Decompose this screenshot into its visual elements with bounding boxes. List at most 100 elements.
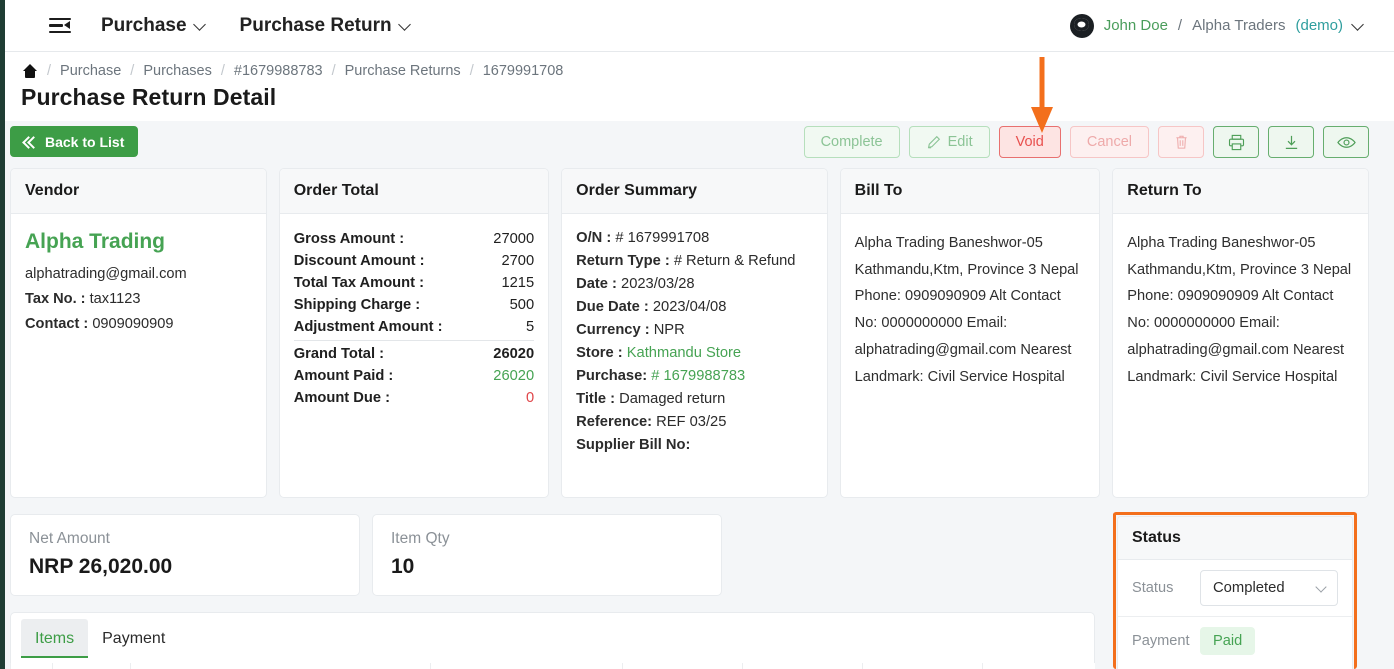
order-total-card-title: Order Total <box>279 169 549 214</box>
table-column-divider <box>130 663 430 669</box>
order-total-row: Shipping Charge : 500 <box>294 296 534 314</box>
preview-button[interactable] <box>1323 126 1369 158</box>
items-table-header <box>10 663 1095 669</box>
chevron-down-icon <box>1315 581 1327 593</box>
home-icon[interactable] <box>21 63 38 79</box>
row-value: NPR <box>653 322 685 338</box>
nav-item-purchase-label: Purchase <box>101 14 187 36</box>
status-select[interactable]: Completed <box>1200 570 1338 606</box>
status-card: Status Status Completed Payment Paid <box>1117 516 1353 669</box>
vendor-card-title: Vendor <box>11 169 266 214</box>
breadcrumb-separator: / <box>469 63 474 79</box>
back-to-list-label: Back to List <box>45 133 125 150</box>
breadcrumb-bar: / Purchase / Purchases / #1679988783 / P… <box>5 52 1394 121</box>
page-title: Purchase Return Detail <box>21 84 277 110</box>
row-label: Return Type : <box>576 253 670 269</box>
row-value: # 1679991708 <box>615 230 710 246</box>
action-toolbar: Back to List Complete Edit Void Cancel <box>5 126 1394 162</box>
breadcrumb-item-purchases[interactable]: Purchases <box>143 63 212 79</box>
order-total-row: Discount Amount : 2700 <box>294 252 534 270</box>
download-button[interactable] <box>1268 126 1314 158</box>
vendor-name[interactable]: Alpha Trading <box>25 230 252 254</box>
summary-return-type-row: Return Type : # Return & Refund <box>576 253 813 269</box>
cancel-button[interactable]: Cancel <box>1069 126 1149 158</box>
breadcrumb-item-purchase-id[interactable]: #1679988783 <box>234 63 323 79</box>
net-amount-value: NRP 26,020.00 <box>29 555 173 578</box>
row-label: Title : <box>576 391 616 407</box>
summary-stats-row: Net Amount NRP 26,020.00 Item Qty 10 <box>10 514 722 596</box>
vendor-tax-value: tax1123 <box>89 291 141 307</box>
breadcrumb-item-purchase-returns[interactable]: Purchase Returns <box>345 63 461 79</box>
detail-tabs: Items Payment <box>11 613 1094 658</box>
return-to-card: Return To Alpha Trading Baneshwor-05 Kat… <box>1112 168 1369 498</box>
order-total-due-row: Amount Due : 0 <box>294 389 534 407</box>
order-total-card: Order Total Gross Amount : 27000 Discoun… <box>278 168 550 498</box>
complete-button[interactable]: Complete <box>803 126 900 158</box>
nav-item-purchase[interactable]: Purchase <box>101 15 206 37</box>
void-button[interactable]: Void <box>998 126 1061 158</box>
bill-to-address: Alpha Trading Baneshwor-05 Kathmandu,Ktm… <box>854 235 1079 385</box>
order-summary-card-title: Order Summary <box>562 169 827 214</box>
vendor-contact-row: Contact : 0909090909 <box>25 316 252 332</box>
table-column-divider <box>622 663 742 669</box>
order-total-paid-row: Amount Paid : 26020 <box>294 367 534 385</box>
breadcrumb-separator: / <box>331 63 336 79</box>
order-total-row: Gross Amount : 27000 <box>294 230 534 248</box>
bill-to-card-title: Bill To <box>840 169 1100 214</box>
edit-button[interactable]: Edit <box>908 126 990 158</box>
vendor-card: Vendor Alpha Trading alphatrading@gmail.… <box>10 168 267 498</box>
tab-payment[interactable]: Payment <box>88 619 179 658</box>
summary-store-row: Store : Kathmandu Store <box>576 345 813 361</box>
trash-icon <box>1175 135 1187 149</box>
order-total-row: Adjustment Amount : 5 <box>294 318 534 336</box>
table-column-divider <box>52 663 130 669</box>
top-navbar: Purchase Purchase Return John Doe / Alph… <box>5 0 1394 52</box>
row-value: 1215 <box>501 275 535 291</box>
status-card-title: Status <box>1118 517 1352 560</box>
purchase-return-detail-page: Purchase Purchase Return John Doe / Alph… <box>0 0 1394 669</box>
row-label: Total Tax Amount : <box>293 275 424 291</box>
row-label: Supplier Bill No: <box>576 437 691 453</box>
summary-purchase-row: Purchase: # 1679988783 <box>576 368 813 384</box>
row-value: 27000 <box>493 231 535 247</box>
row-label: Discount Amount : <box>293 253 425 269</box>
eye-icon <box>1336 136 1356 148</box>
user-menu[interactable]: John Doe / Alpha Traders (demo) <box>1069 13 1364 38</box>
breadcrumb-item-return-id[interactable]: 1679991708 <box>483 63 564 79</box>
back-to-list-button[interactable]: Back to List <box>10 126 139 157</box>
status-label: Status <box>1132 580 1174 596</box>
return-to-card-body: Alpha Trading Baneshwor-05 Kathmandu,Ktm… <box>1113 214 1368 497</box>
cancel-label: Cancel <box>1086 134 1132 150</box>
tab-items[interactable]: Items <box>21 619 89 658</box>
table-column-divider <box>862 663 982 669</box>
summary-supplier-bill-row: Supplier Bill No: <box>576 437 813 453</box>
print-button[interactable] <box>1213 126 1259 158</box>
nav-item-purchase-return[interactable]: Purchase Return <box>240 15 411 37</box>
row-label: Purchase: <box>576 368 648 384</box>
row-label: O/N : <box>576 230 612 246</box>
void-label: Void <box>1015 134 1044 150</box>
download-icon <box>1285 135 1297 149</box>
status-row: Status Completed <box>1118 560 1352 616</box>
user-name: John Doe <box>1103 17 1168 34</box>
user-separator: / <box>1177 17 1183 34</box>
store-link[interactable]: Kathmandu Store <box>627 345 741 361</box>
breadcrumb: / Purchase / Purchases / #1679988783 / P… <box>5 52 1394 79</box>
vendor-card-body: Alpha Trading alphatrading@gmail.com Tax… <box>11 214 266 497</box>
summary-due-date-row: Due Date : 2023/04/08 <box>576 299 813 315</box>
item-qty-card: Item Qty 10 <box>372 514 722 596</box>
payment-status-row: Payment Paid <box>1118 616 1352 665</box>
row-label: Store : <box>576 345 623 361</box>
summary-order-number-row: O/N : # 1679991708 <box>576 230 813 246</box>
order-total-card-body: Gross Amount : 27000 Discount Amount : 2… <box>280 214 548 497</box>
purchase-link[interactable]: # 1679988783 <box>651 368 745 384</box>
delete-button[interactable] <box>1158 126 1204 158</box>
github-logo-icon <box>1069 13 1094 38</box>
menu-fold-icon[interactable] <box>49 17 71 35</box>
print-icon <box>1228 134 1244 150</box>
row-label: Reference: <box>576 414 653 430</box>
net-amount-label: Net Amount <box>29 530 110 547</box>
summary-currency-row: Currency : NPR <box>576 322 813 338</box>
table-column-divider <box>742 663 862 669</box>
breadcrumb-item-purchase[interactable]: Purchase <box>60 63 121 79</box>
